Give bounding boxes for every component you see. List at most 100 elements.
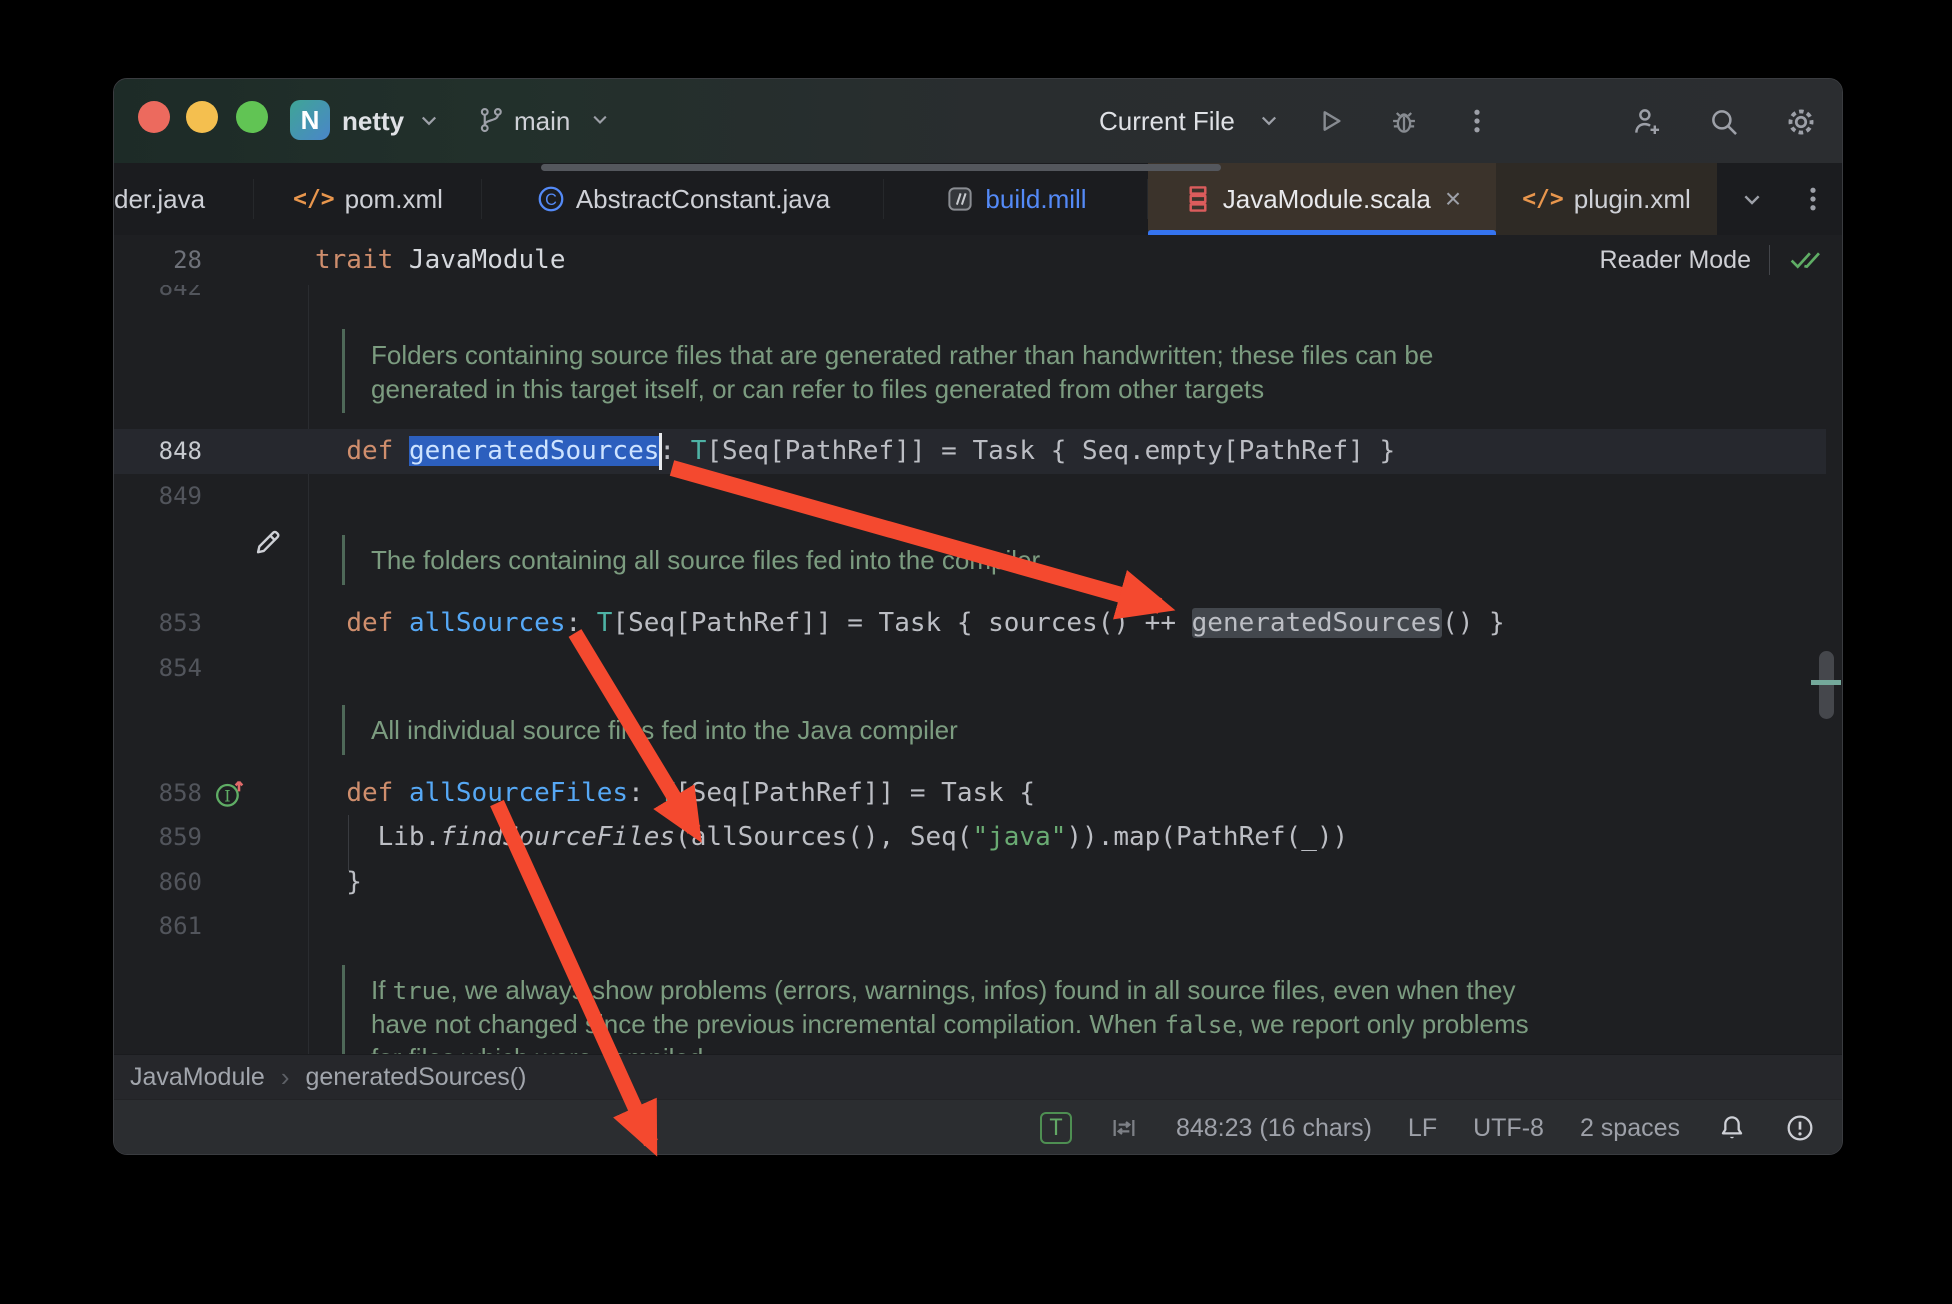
code-token: generatedSources (409, 436, 659, 466)
inspections-ok-double-check-icon[interactable] (1788, 245, 1822, 275)
code-line-859[interactable]: 859 Lib.findSourceFiles(allSources(), Se… (114, 815, 1826, 860)
sync-scroll-icon[interactable] (1108, 1112, 1140, 1144)
code-line-842[interactable]: 842 (114, 285, 1826, 310)
doc-comment-line[interactable]: generated in this target itself, or can … (114, 367, 1826, 412)
doc-comment-line[interactable]: All individual source files fed into the… (114, 708, 1826, 753)
code-token: have not changed since the previous incr… (371, 1009, 1164, 1039)
doc-comment-text: generated in this target itself, or can … (371, 367, 1264, 412)
code-token: allSources (409, 608, 566, 638)
editor-tab-build-mill[interactable]: build.mill (884, 163, 1148, 235)
close-tab-icon[interactable]: × (1445, 183, 1461, 215)
code-token: [Seq[PathRef]] = Task { (675, 778, 1035, 808)
tab-options-kebab-icon[interactable] (1798, 183, 1828, 215)
code-line-854[interactable]: 854 (114, 646, 1826, 691)
breadcrumb-item[interactable]: generatedSources() (305, 1063, 526, 1092)
doc-comment-line[interactable]: The folders containing all source files … (114, 538, 1826, 583)
xml-icon: </> (1522, 186, 1564, 212)
code-with-me-add-user-icon[interactable] (1630, 105, 1662, 137)
xml-icon: </> (293, 186, 335, 212)
line-number: 861 (114, 904, 202, 949)
code-token: false (1164, 1011, 1236, 1039)
editor-tab-pom-xml[interactable]: </> pom.xml (254, 163, 482, 235)
code-token (393, 778, 409, 808)
zoom-window-button[interactable] (236, 101, 268, 133)
search-everywhere-icon[interactable] (1707, 105, 1739, 137)
notifications-bell-icon[interactable] (1716, 1112, 1748, 1144)
todo-widget-badge[interactable]: T (1040, 1112, 1072, 1144)
code-line-848[interactable]: 848 def generatedSources: T[Seq[PathRef]… (114, 429, 1826, 474)
code-text: def generatedSources: T[Seq[PathRef]] = … (315, 429, 1395, 474)
code-editor-viewport[interactable]: 842 Folders containing source files that … (114, 285, 1842, 1054)
code-token: , we report only problems (1237, 1009, 1529, 1039)
implements-interface-icon[interactable]: I (212, 776, 248, 812)
svg-text:I: I (224, 787, 230, 806)
project-name-widget[interactable]: netty (342, 79, 404, 163)
hidden-tabs-chevron-icon[interactable] (1736, 183, 1768, 215)
tab-label: pom.xml (345, 184, 443, 215)
editor-tab-abstractconstant-java[interactable]: CAbstractConstant.java (482, 163, 884, 235)
breadcrumb-separator: › (281, 1062, 290, 1093)
settings-gear-icon[interactable] (1784, 105, 1816, 137)
line-ending-widget[interactable]: LF (1408, 1114, 1437, 1143)
close-window-button[interactable] (138, 101, 170, 133)
run-configuration-widget[interactable]: Current File (1099, 79, 1235, 163)
code-token: T (597, 608, 613, 638)
code-text: def allSourceFiles: T[Seq[PathRef]] = Ta… (315, 771, 1035, 816)
run-button[interactable] (1314, 105, 1346, 137)
line-number: 860 (114, 860, 202, 905)
code-token: If (371, 975, 393, 1005)
sticky-line-number: 28 (114, 235, 202, 285)
line-number: 859 (114, 815, 202, 860)
code-line-849[interactable]: 849 (114, 474, 1826, 519)
sticky-code[interactable]: trait JavaModule (315, 235, 565, 285)
code-token: [Seq[PathRef]] = Task { sources() ++ (612, 608, 1191, 638)
code-token (393, 436, 409, 466)
code-token: () } (1442, 608, 1505, 638)
breadcrumb-item[interactable]: JavaModule (130, 1063, 265, 1092)
chevron-down-icon (586, 105, 618, 137)
code-token: def (346, 778, 393, 808)
code-token: def (346, 608, 393, 638)
line-number: 858 (114, 771, 202, 816)
code-line-853[interactable]: 853 def allSources: T[Seq[PathRef]] = Ta… (114, 601, 1826, 646)
debug-button[interactable] (1388, 105, 1420, 137)
code-token (393, 608, 409, 638)
tab-scrollbar[interactable] (541, 164, 1221, 171)
titlebar: N netty main Current File (114, 79, 1842, 164)
divider (1769, 245, 1770, 275)
branch-name-widget[interactable]: main (514, 79, 570, 163)
reader-mode-button[interactable]: Reader Mode (1600, 246, 1751, 275)
project-icon: N (290, 100, 330, 140)
code-line-858[interactable]: 858 I def allSourceFiles: T[Seq[PathRef]]… (114, 771, 1826, 816)
editor-tab-plugin-xml[interactable]: </>plugin.xml (1496, 163, 1717, 235)
code-token: Folders containing source files that are… (371, 340, 1433, 370)
encoding-widget[interactable]: UTF-8 (1473, 1114, 1544, 1143)
edit-intention-pencil-icon[interactable] (251, 525, 285, 559)
code-text: } (315, 860, 362, 905)
code-token: true (393, 977, 451, 1005)
editor-tab-bar: der.java </> pom.xml CAbstractConstant.java… (114, 163, 1842, 236)
code-token (315, 608, 346, 638)
doc-comment-text: for files which were compiled (371, 1036, 703, 1054)
code-token: : (628, 778, 659, 808)
code-token: } (315, 867, 362, 897)
code-token: : (565, 608, 596, 638)
indent-widget[interactable]: 2 spaces (1580, 1114, 1680, 1143)
editor-tab-javamodule-scala[interactable]: JavaModule.scala× (1148, 163, 1496, 235)
more-actions-kebab-icon[interactable] (1462, 105, 1494, 137)
breadcrumb-bar: JavaModule › generatedSources() (114, 1054, 1842, 1099)
minimize-window-button[interactable] (186, 101, 218, 133)
doc-comment-line[interactable]: for files which were compiled (114, 1036, 1826, 1054)
caret-position-widget[interactable]: 848:23 (16 chars) (1176, 1114, 1372, 1143)
code-token: The folders containing all source files … (371, 545, 1040, 575)
mill-build-icon (945, 184, 975, 214)
scala-file-icon (1183, 182, 1213, 216)
code-line-861[interactable]: 861 (114, 904, 1826, 949)
java-class-icon: C (536, 184, 566, 214)
code-token: "java" (972, 822, 1066, 852)
code-token: [Seq[PathRef]] = Task { Seq.empty[PathRe… (706, 436, 1395, 466)
editor-scrollbar-thumb[interactable] (1819, 651, 1834, 719)
editor-tab-der-java[interactable]: der.java (114, 163, 254, 235)
code-line-860[interactable]: 860 } (114, 860, 1826, 905)
error-exclamation-icon[interactable] (1784, 1112, 1816, 1144)
